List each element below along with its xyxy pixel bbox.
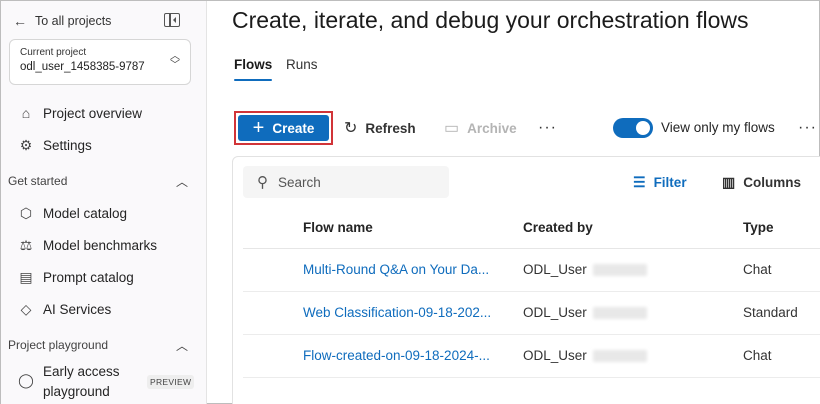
type-cell: Chat (743, 262, 772, 277)
archive-icon: ▭ (444, 120, 460, 137)
section-get-started[interactable]: Get started ︿ (8, 171, 190, 191)
type-cell: Standard (743, 305, 798, 320)
section-label: Project playground (8, 338, 109, 352)
columns-icon: ▥ (722, 174, 736, 190)
main-content: Create, iterate, and debug your orchestr… (208, 1, 820, 404)
sidebar-item-settings[interactable]: ⚙ Settings (17, 133, 92, 157)
sidebar-item-prompt-catalog[interactable]: ▤ Prompt catalog (17, 265, 134, 289)
archive-button[interactable]: ▭ Archive (444, 118, 517, 138)
redacted-id (592, 264, 647, 277)
sidebar-item-label-wrap: Early access playground (43, 362, 120, 402)
section-label: Get started (8, 174, 68, 188)
preview-badge: PREVIEW (147, 375, 195, 389)
more-options-icon[interactable]: ··· (798, 119, 817, 137)
sidebar-item-label: Prompt catalog (43, 269, 134, 285)
sidebar-item-early-access-playground[interactable]: ◯ Early access playground (17, 362, 120, 402)
refresh-label: Refresh (365, 120, 416, 136)
collapse-sidebar-icon[interactable] (164, 13, 180, 27)
search-input[interactable] (278, 174, 428, 190)
refresh-button[interactable]: ↻ Refresh (344, 118, 416, 138)
project-label: Current project (20, 47, 87, 58)
type-cell: Chat (743, 348, 772, 363)
toggle-label: View only my flows (661, 120, 775, 135)
project-selector[interactable]: Current project odl_user_1458385-9787 ︿ ﹀ (9, 39, 191, 85)
scale-icon: ⚖ (19, 236, 33, 253)
flow-name-link[interactable]: Flow-created-on-09-18-2024-... (303, 348, 490, 363)
redacted-id (592, 350, 647, 363)
tab-flows[interactable]: Flows (234, 57, 273, 81)
prompt-icon: ▤ (19, 268, 33, 285)
sidebar-item-label: Model catalog (43, 205, 128, 221)
table-row[interactable]: Multi-Round Q&A on Your Da... ODL_User C… (243, 249, 820, 292)
arrow-left-icon: ← (13, 13, 27, 29)
table-row[interactable]: Web Classification-09-18-202... ODL_User… (243, 292, 820, 335)
table-row[interactable]: Flow-created-on-09-18-2024-... ODL_User … (243, 335, 820, 378)
column-header-created-by[interactable]: Created by (523, 220, 593, 235)
flow-name-link[interactable]: Multi-Round Q&A on Your Da... (303, 262, 489, 277)
created-by-text: ODL_User (523, 348, 587, 363)
filter-icon: ☰ (633, 174, 646, 190)
archive-label: Archive (467, 120, 517, 136)
columns-label: Columns (743, 175, 801, 190)
column-header-type[interactable]: Type (743, 220, 774, 235)
search-box[interactable]: ⚲ (243, 166, 449, 198)
sidebar: ← To all projects Current project odl_us… (1, 1, 207, 404)
chevron-up-icon: ︿ (175, 338, 188, 353)
chevron-up-down-icon: ︿ ﹀ (170, 51, 180, 71)
sidebar-item-label: Model benchmarks (43, 237, 158, 253)
more-options-icon[interactable]: ··· (538, 119, 557, 137)
plus-icon: + (252, 117, 265, 139)
redacted-id (592, 307, 647, 320)
sidebar-item-label-line1: Early access (43, 364, 120, 379)
view-only-my-flows-toggle[interactable] (613, 118, 653, 138)
created-by-cell: ODL_User (523, 348, 647, 363)
created-by-cell: ODL_User (523, 262, 647, 277)
sidebar-item-project-overview[interactable]: ⌂ Project overview (17, 101, 142, 125)
back-label: To all projects (35, 14, 112, 28)
sidebar-item-label: AI Services (43, 301, 112, 317)
sidebar-item-label: Project overview (43, 105, 143, 121)
project-name: odl_user_1458385-9787 (20, 61, 145, 73)
created-by-text: ODL_User (523, 262, 587, 277)
page-title: Create, iterate, and debug your orchestr… (232, 7, 749, 33)
tab-runs[interactable]: Runs (286, 57, 318, 72)
table-header: Flow name Created by Type (243, 207, 820, 249)
sidebar-item-label-line2: playground (43, 384, 110, 399)
flow-name-link[interactable]: Web Classification-09-18-202... (303, 305, 491, 320)
gear-icon: ⚙ (19, 136, 33, 153)
search-icon: ⚲ (257, 174, 268, 191)
create-label: Create (272, 120, 315, 136)
created-by-cell: ODL_User (523, 305, 647, 320)
cube-icon: ⬡ (19, 204, 33, 221)
sidebar-item-label: Settings (43, 137, 92, 153)
refresh-icon: ↻ (344, 120, 358, 137)
sidebar-item-model-benchmarks[interactable]: ⚖ Model benchmarks (17, 233, 157, 257)
section-project-playground[interactable]: Project playground ︿ (8, 335, 190, 355)
sidebar-item-ai-services[interactable]: ◇ AI Services (17, 297, 112, 321)
create-button[interactable]: + Create (238, 115, 329, 141)
flows-table: ⚲ ☰ Filter ▥ Columns Flow name Created b… (232, 156, 820, 404)
chevron-up-icon: ︿ (175, 174, 188, 189)
filter-label: Filter (653, 175, 687, 190)
columns-button[interactable]: ▥ Columns (722, 174, 801, 191)
sidebar-item-model-catalog[interactable]: ⬡ Model catalog (17, 201, 127, 225)
created-by-text: ODL_User (523, 305, 587, 320)
chat-icon: ◯ (18, 372, 34, 388)
column-header-flow-name[interactable]: Flow name (303, 220, 373, 235)
filter-button[interactable]: ☰ Filter (633, 174, 687, 191)
ai-services-icon: ◇ (20, 300, 32, 317)
home-icon: ⌂ (21, 105, 31, 121)
